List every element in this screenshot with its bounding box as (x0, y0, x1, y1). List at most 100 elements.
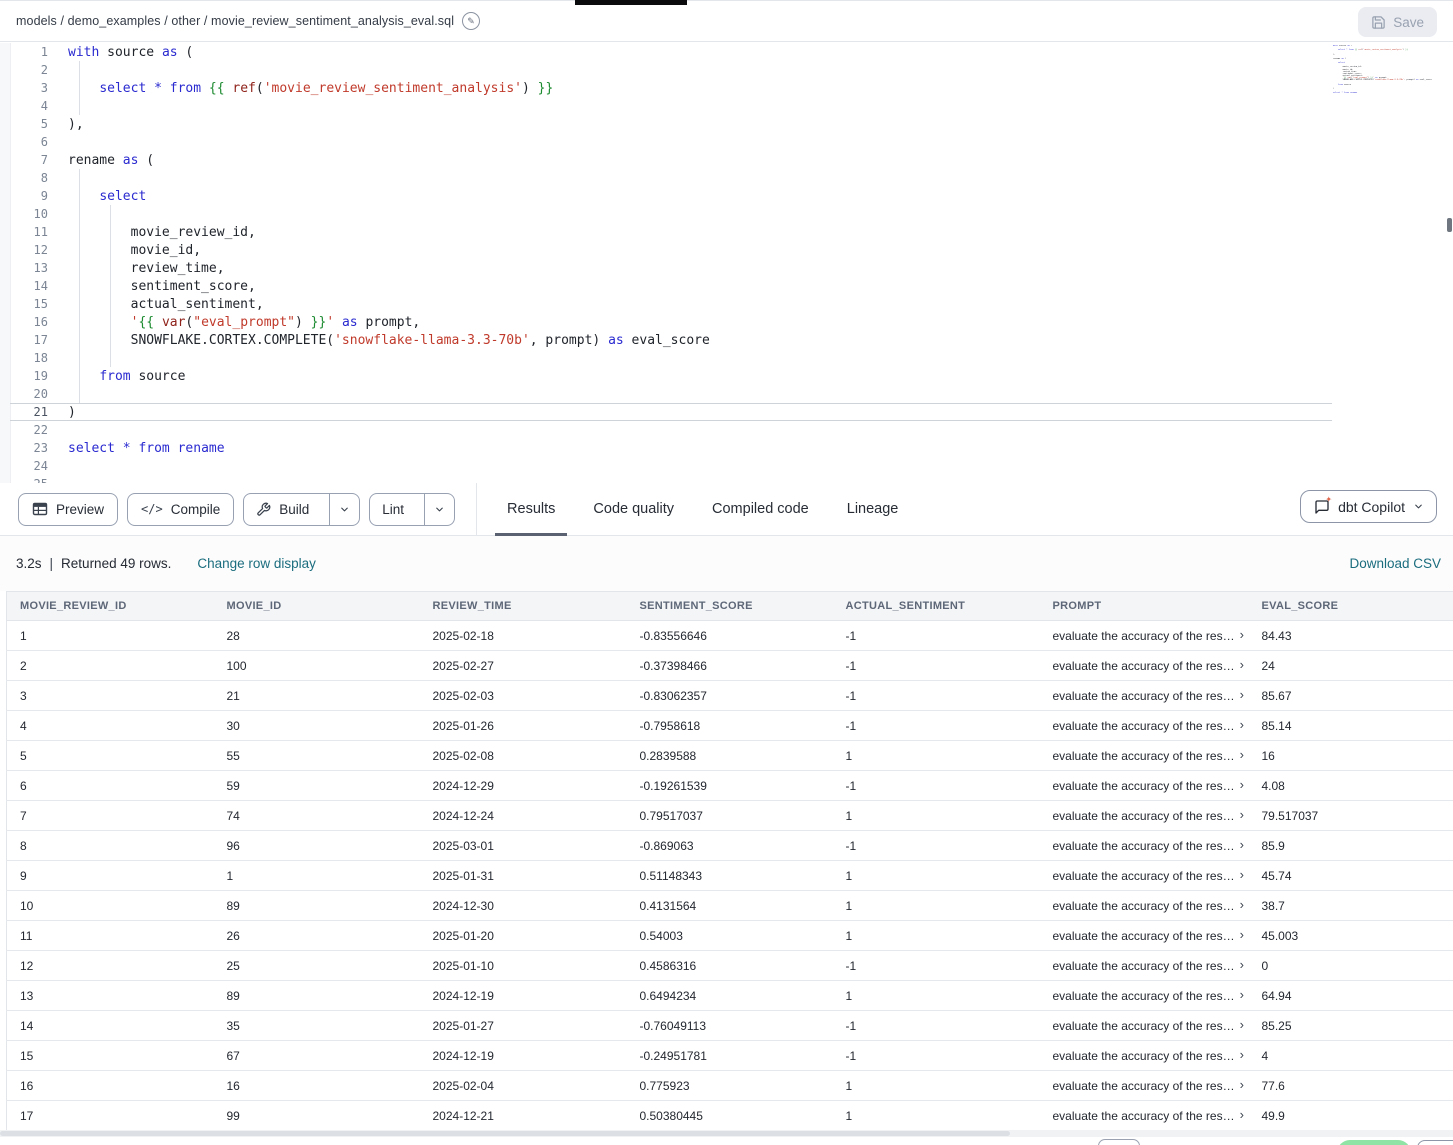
chevron-right-icon[interactable]: › (1240, 897, 1244, 912)
cell: -1 (833, 1041, 1040, 1071)
cell: 2025-01-31 (420, 861, 627, 891)
breadcrumb[interactable]: models / demo_examples / other / movie_r… (16, 14, 454, 28)
chevron-right-icon[interactable]: › (1240, 867, 1244, 882)
build-button[interactable]: Build (244, 494, 321, 525)
chevron-right-icon[interactable]: › (1240, 837, 1244, 852)
tab-results[interactable]: Results (503, 483, 559, 536)
lint-menu-button[interactable] (424, 494, 454, 525)
prompt-cell: evaluate the accuracy of the res… › (1040, 831, 1249, 861)
cell: -0.869063 (627, 831, 833, 861)
prompt-cell: evaluate the accuracy of the res… › (1040, 651, 1249, 681)
code-line: 12 movie_id, (10, 241, 1332, 259)
table-row: 11262025-01-200.540031evaluate the accur… (7, 921, 1453, 951)
tab-code-quality[interactable]: Code quality (589, 483, 678, 536)
cell: 55 (214, 741, 420, 771)
chevron-right-icon[interactable]: › (1240, 777, 1244, 792)
prompt-cell: evaluate the accuracy of the res…› (1040, 1041, 1249, 1071)
chevron-right-icon[interactable]: › (1240, 1017, 1244, 1032)
tab-compiled-code[interactable]: Compiled code (708, 483, 813, 536)
cell: 2024-12-30 (420, 891, 627, 921)
cell-eval-score: 45.003 (1249, 921, 1453, 951)
results-panel: MOVIE_REVIEW_IDMOVIE_IDREVIEW_TIMESENTIM… (6, 591, 1453, 1131)
top-dark-bar (575, 0, 687, 5)
dbt-copilot-button[interactable]: ✦ dbt Copilot (1300, 490, 1437, 523)
change-row-display-link[interactable]: Change row display (197, 556, 316, 571)
cell-eval-score: 45.74 (1249, 861, 1453, 891)
cell: 2025-01-27 (420, 1011, 627, 1041)
compile-button[interactable]: </> Compile (127, 493, 234, 526)
cell-eval-score: 0 (1249, 951, 1453, 981)
table-row: 15672024-12-19-0.24951781-1evaluate the … (7, 1041, 1453, 1071)
chevron-right-icon[interactable]: › (1240, 657, 1244, 672)
horizontal-scrollbar-thumb[interactable] (0, 1131, 1010, 1136)
cell: 1 (833, 741, 1040, 771)
table-row: 14352025-01-27-0.76049113-1evaluate the … (7, 1011, 1453, 1041)
chevron-right-icon[interactable]: › (1240, 1047, 1244, 1062)
chevron-right-icon[interactable]: › (1240, 807, 1244, 822)
prompt-text: evaluate the accuracy of the res… (1053, 839, 1235, 853)
cell: 4 (7, 711, 214, 741)
code-line: 6 (10, 133, 1332, 151)
cell: 6 (7, 771, 214, 801)
chevron-down-icon (1413, 501, 1424, 512)
chevron-right-icon[interactable]: › (1240, 747, 1244, 762)
table-grid-icon (32, 501, 48, 517)
file-header: models / demo_examples / other / movie_r… (0, 0, 1453, 42)
preview-button[interactable]: Preview (18, 493, 118, 526)
chevron-right-icon[interactable]: › (1240, 957, 1244, 972)
cell: -1 (833, 711, 1040, 741)
table-row: 912025-01-310.511483431evaluate the accu… (7, 861, 1453, 891)
cell: 16 (214, 1071, 420, 1101)
chevron-right-icon[interactable]: › (1240, 987, 1244, 1002)
chevron-right-icon[interactable]: › (1240, 687, 1244, 702)
partial-button[interactable] (1417, 1140, 1453, 1145)
cell: 1 (833, 861, 1040, 891)
prompt-cell: evaluate the accuracy of the res…› (1040, 681, 1249, 711)
horizontal-scrollbar[interactable] (0, 1130, 1453, 1137)
cell-eval-score: 38.7 (1249, 891, 1453, 921)
tab-lineage[interactable]: Lineage (843, 483, 903, 536)
results-table: MOVIE_REVIEW_IDMOVIE_IDREVIEW_TIMESENTIM… (6, 591, 1453, 1131)
lint-button[interactable]: Lint (370, 494, 416, 525)
cell: 2025-02-27 (420, 651, 627, 681)
cell: 2024-12-24 (420, 801, 627, 831)
chevron-right-icon[interactable]: › (1240, 627, 1244, 642)
column-header-sentiment_score: SENTIMENT_SCORE (627, 592, 833, 621)
column-header-movie_id: MOVIE_ID (214, 592, 420, 621)
sql-editor[interactable]: 1with source as (23 select * from {{ ref… (0, 43, 1453, 483)
editor-vertical-scrollbar[interactable] (1447, 218, 1452, 232)
partial-button[interactable] (1098, 1139, 1140, 1145)
prompt-text: evaluate the accuracy of the res… (1053, 1079, 1235, 1093)
cell: 0.51148343 (627, 861, 833, 891)
prompt-text: evaluate the accuracy of the res… (1053, 629, 1235, 643)
table-row: 6592024-12-29-0.19261539-1evaluate the a… (7, 771, 1453, 801)
cell: 12 (7, 951, 214, 981)
cell: 2025-02-03 (420, 681, 627, 711)
cell-eval-score: 85.67 (1249, 681, 1453, 711)
code-line: 3 select * from {{ ref('movie_review_sen… (10, 79, 1332, 97)
partial-green-button[interactable] (1337, 1140, 1411, 1145)
cell: 1 (833, 1071, 1040, 1101)
elapsed-time: 3.2s (16, 556, 42, 571)
prompt-cell: evaluate the accuracy of the res…› (1040, 861, 1249, 891)
save-button[interactable]: Save (1358, 7, 1437, 37)
download-csv-link[interactable]: Download CSV (1349, 556, 1441, 571)
chevron-right-icon[interactable]: › (1240, 1107, 1244, 1122)
chevron-right-icon[interactable]: › (1240, 1077, 1244, 1092)
chevron-right-icon[interactable]: › (1240, 717, 1244, 732)
code-line: 21) (10, 403, 1332, 421)
cell: 59 (214, 771, 420, 801)
prompt-text: evaluate the accuracy of the res… (1053, 659, 1235, 673)
cell: -0.7958618 (627, 711, 833, 741)
chevron-right-icon[interactable]: › (1240, 927, 1244, 942)
prompt-cell: evaluate the accuracy of the res…› (1040, 981, 1249, 1011)
build-menu-button[interactable] (329, 494, 359, 525)
table-row: 10892024-12-300.41315641evaluate the acc… (7, 891, 1453, 921)
cell: 7 (7, 801, 214, 831)
prompt-text: evaluate the accuracy of the res… (1053, 1109, 1235, 1123)
minimap[interactable]: with source as ( select * from {{ ref('m… (1333, 45, 1447, 103)
prompt-text: evaluate the accuracy of the res… (1053, 959, 1235, 973)
table-row: 5552025-02-080.28395881evaluate the accu… (7, 741, 1453, 771)
table-row: 17992024-12-210.503804451evaluate the ac… (7, 1101, 1453, 1131)
wrench-icon (256, 502, 271, 517)
